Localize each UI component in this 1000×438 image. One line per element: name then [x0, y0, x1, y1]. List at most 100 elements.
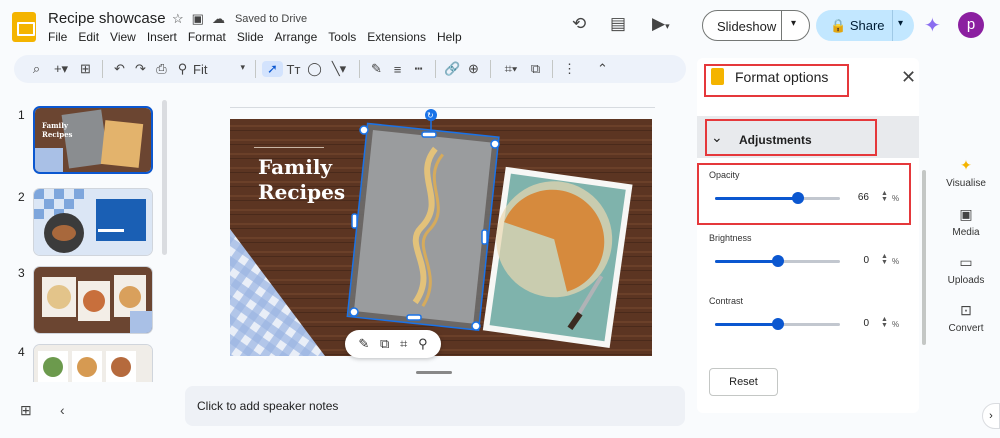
replace-image-icon[interactable]: ⧉	[525, 61, 546, 77]
slide-number: 3	[18, 266, 25, 280]
lock-icon: 🔒	[830, 18, 847, 33]
zoom-label: Fit	[193, 61, 208, 77]
meet-icon[interactable]: ▶▾	[652, 14, 670, 34]
thumbnail-image	[34, 189, 152, 255]
menu-arrange[interactable]: Arrange	[275, 30, 318, 44]
menu-tools[interactable]: Tools	[328, 30, 356, 44]
share-options-chevron-icon[interactable]: ▾	[898, 18, 903, 29]
search-menus-icon[interactable]: ⌕	[26, 61, 47, 77]
menu-extensions[interactable]: Extensions	[367, 30, 426, 44]
slide-title[interactable]: Family Recipes	[258, 155, 345, 205]
panel-scrollbar[interactable]	[922, 170, 926, 345]
new-slide-icon[interactable]: +▾	[47, 61, 75, 77]
add-comment-icon[interactable]: ⊕	[463, 61, 484, 77]
text-box-icon[interactable]: Tт	[283, 62, 304, 77]
menu-slide[interactable]: Slide	[237, 30, 264, 44]
slide-thumbnail-3[interactable]	[33, 266, 153, 334]
new-slide-layout-icon[interactable]: ⊞	[75, 61, 96, 77]
thumbnail-image: Family Recipes	[35, 108, 151, 172]
toolbar: ⌕ +▾ ⊞ ↶ ↷ ⎙ ⚲ Fit ▾ ➚ Tт ◯ ╲▾ ✎ ≡ ┅ 🔗 ⊕…	[14, 55, 686, 83]
share-label: 🔒 Share	[830, 18, 885, 34]
slideshow-button[interactable]: Slideshow ▾	[702, 10, 810, 41]
toolbar-divider	[552, 60, 553, 78]
slideshow-options-chevron-icon[interactable]: ▾	[791, 18, 796, 29]
print-icon[interactable]: ⎙	[151, 61, 172, 77]
contrast-slider[interactable]	[715, 318, 840, 330]
rail-uploads[interactable]: ▭ Uploads	[942, 254, 990, 286]
contrast-slider-fill	[715, 323, 778, 326]
rail-visualise[interactable]: ✦ Visualise	[942, 157, 990, 189]
rail-convert-label: Convert	[948, 323, 984, 334]
crop-image-icon[interactable]: ⌗	[400, 336, 407, 352]
avatar[interactable]: p	[958, 12, 984, 38]
brightness-slider-thumb[interactable]	[771, 255, 784, 267]
contrast-value[interactable]: 0	[847, 318, 869, 329]
slides-logo-icon[interactable]	[12, 12, 36, 42]
border-dash-icon[interactable]: ┅	[408, 61, 429, 77]
menu-view[interactable]: View	[110, 30, 136, 44]
contrast-stepper-icon[interactable]: ▲ ▼	[881, 316, 888, 329]
replace-image-icon[interactable]: ⧉	[380, 336, 389, 352]
border-weight-icon[interactable]: ≡	[387, 62, 408, 77]
collapse-filmstrip-icon[interactable]: ‹	[60, 402, 65, 418]
slide-thumbnail-2[interactable]	[33, 188, 153, 256]
collapse-toolbar-icon[interactable]: ⌃	[592, 61, 613, 77]
share-divider	[892, 10, 893, 41]
share-button[interactable]: 🔒 Share ▾	[816, 10, 914, 41]
zoom-select[interactable]: Fit ▾	[193, 62, 249, 77]
collapse-rail-icon[interactable]: ›	[982, 403, 1000, 429]
title-divider	[254, 147, 324, 148]
document-title[interactable]: Recipe showcase	[48, 10, 166, 27]
menu-file[interactable]: File	[48, 30, 67, 44]
slide-thumbnail-4[interactable]	[33, 344, 153, 382]
insert-link-icon[interactable]: 🔗	[442, 61, 463, 77]
slide-title-line-2: Recipes	[258, 180, 346, 204]
zoom-chevron-icon: ▾	[240, 61, 245, 72]
reset-button[interactable]: Reset	[709, 368, 778, 396]
menu-format[interactable]: Format	[188, 30, 226, 44]
brightness-slider-fill	[715, 260, 778, 263]
select-pointer-icon[interactable]: ➚	[262, 61, 283, 77]
contrast-slider-thumb[interactable]	[771, 318, 784, 330]
edit-image-icon[interactable]: ✎	[358, 336, 369, 352]
redo-icon[interactable]: ↷	[130, 61, 151, 77]
gemini-sparkle-icon[interactable]: ✦	[924, 13, 941, 38]
line-icon[interactable]: ╲▾	[325, 61, 353, 77]
comments-icon[interactable]: ▤	[610, 14, 626, 34]
rail-visualise-label: Visualise	[946, 178, 986, 189]
filmstrip-scrollbar[interactable]	[162, 100, 167, 255]
slideshow-divider	[781, 11, 782, 40]
svg-text:Recipes: Recipes	[42, 130, 73, 139]
cloud-saved-icon[interactable]: ☁	[212, 11, 225, 27]
close-icon[interactable]: ✕	[901, 67, 916, 88]
speaker-notes[interactable]: Click to add speaker notes	[185, 386, 685, 426]
brightness-value[interactable]: 0	[847, 255, 869, 266]
sparkle-icon: ✦	[960, 157, 972, 173]
crop-icon[interactable]: ⌗▾	[497, 61, 525, 77]
menu-edit[interactable]: Edit	[78, 30, 99, 44]
image-quick-toolbar: ✎ ⧉ ⌗ ⚲	[345, 330, 441, 358]
brightness-slider[interactable]	[715, 255, 840, 267]
grid-view-icon[interactable]: ⊞	[20, 402, 32, 419]
slides-editor: Recipe showcase ☆ ▣ ☁ Saved to Drive Fil…	[0, 0, 1000, 438]
history-icon[interactable]: ⟲	[572, 14, 586, 34]
highlight-adjustments	[705, 119, 877, 156]
toolbar-divider	[490, 60, 491, 78]
undo-icon[interactable]: ↶	[109, 61, 130, 77]
brightness-stepper-icon[interactable]: ▲ ▼	[881, 253, 888, 266]
menu-help[interactable]: Help	[437, 30, 462, 44]
menu-insert[interactable]: Insert	[147, 30, 177, 44]
border-color-icon[interactable]: ✎	[366, 61, 387, 77]
selected-image[interactable]: ↻	[335, 108, 515, 348]
highlight-opacity	[697, 163, 911, 225]
slide-thumbnail-1[interactable]: Family Recipes	[33, 106, 153, 174]
rail-media[interactable]: ▣ Media	[942, 206, 990, 238]
more-options-icon[interactable]: ⋮	[559, 61, 580, 77]
notes-resize-handle[interactable]	[416, 371, 452, 374]
rail-convert[interactable]: ⊡ Convert	[942, 302, 990, 334]
move-folder-icon[interactable]: ▣	[192, 11, 204, 27]
paint-format-icon[interactable]: ⚲	[418, 336, 428, 352]
shape-icon[interactable]: ◯	[304, 61, 325, 77]
paint-format-icon[interactable]: ⚲	[172, 61, 193, 77]
star-icon[interactable]: ☆	[172, 11, 184, 27]
